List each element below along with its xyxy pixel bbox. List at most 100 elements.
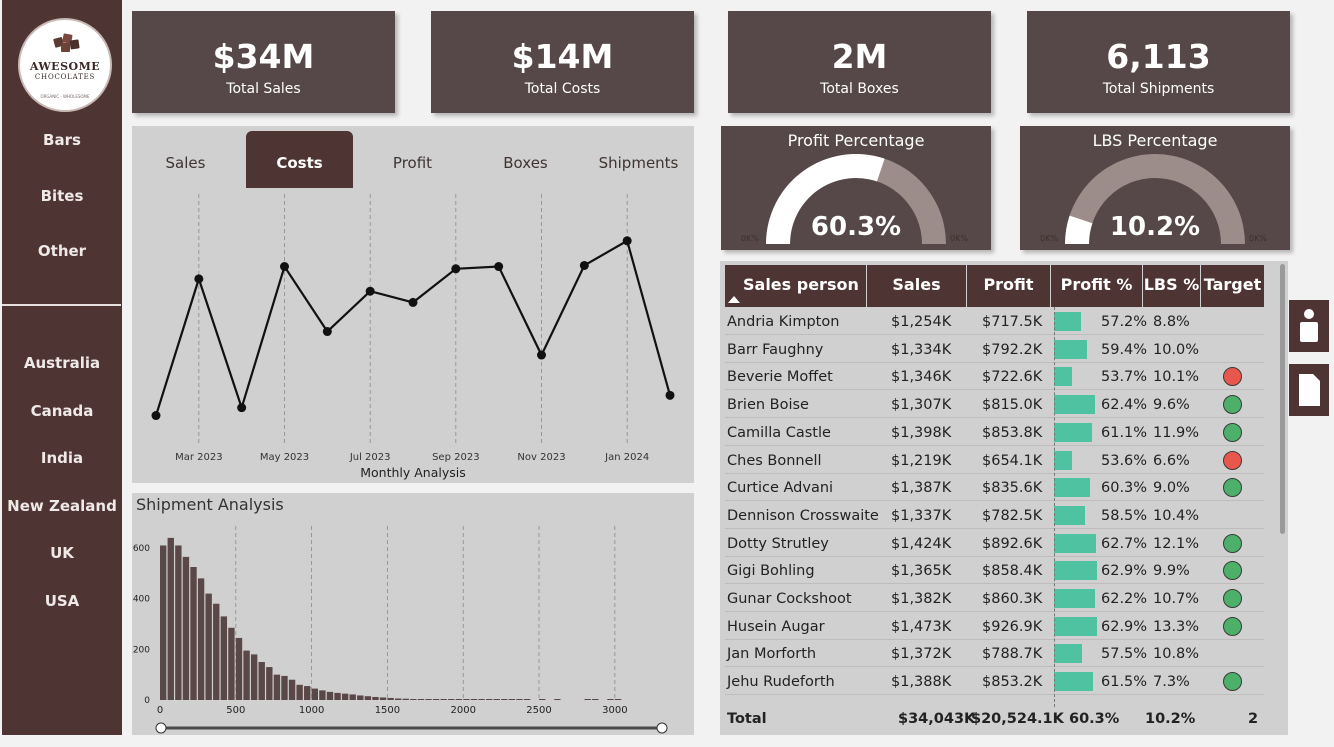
histogram-bar[interactable]: [478, 699, 485, 700]
filter-uk[interactable]: UK: [2, 544, 122, 562]
histogram-bar[interactable]: [228, 627, 235, 700]
table-scrollbar[interactable]: [1280, 264, 1285, 534]
table-row[interactable]: Barr Faughny $1,334K $792.2K 59.4% 10.0%: [725, 336, 1264, 363]
filter-australia[interactable]: Australia: [2, 354, 122, 372]
histogram-bar[interactable]: [463, 699, 470, 700]
histogram-bar[interactable]: [281, 675, 288, 700]
table-row[interactable]: Andria Kimpton $1,254K $717.5K 57.2% 8.8%: [725, 308, 1264, 335]
data-point[interactable]: [194, 274, 204, 284]
filter-canada[interactable]: Canada: [2, 402, 122, 420]
table-row[interactable]: Jan Morforth $1,372K $788.7K 57.5% 10.8%: [725, 640, 1264, 668]
histogram-bar[interactable]: [190, 567, 197, 700]
data-point[interactable]: [665, 390, 675, 400]
histogram-bar[interactable]: [273, 674, 281, 700]
histogram-bar[interactable]: [379, 697, 387, 700]
histogram-bar[interactable]: [448, 699, 455, 700]
histogram-bar[interactable]: [349, 694, 356, 700]
histogram-bar[interactable]: [197, 578, 205, 700]
data-point[interactable]: [451, 264, 461, 274]
tab-shipments[interactable]: Shipments: [585, 131, 692, 188]
histogram-bar[interactable]: [205, 593, 212, 700]
histogram-bar[interactable]: [395, 698, 402, 700]
histogram-bar[interactable]: [554, 699, 561, 700]
column-target[interactable]: Target: [1201, 265, 1264, 307]
histogram-bar[interactable]: [485, 699, 493, 700]
histogram-bar[interactable]: [160, 545, 167, 700]
table-row[interactable]: Gunar Cockshoot $1,382K $860.3K 62.2% 10.7%: [725, 585, 1264, 612]
range-slider-handle[interactable]: [155, 722, 167, 734]
sort-ascending-icon[interactable]: [728, 295, 740, 303]
data-point[interactable]: [365, 286, 375, 296]
histogram-bar[interactable]: [258, 662, 265, 700]
histogram-bar[interactable]: [357, 695, 364, 700]
data-point[interactable]: [280, 262, 289, 272]
filter-india[interactable]: India: [2, 449, 122, 467]
column-profit-pct[interactable]: Profit %: [1051, 265, 1143, 307]
filter-other[interactable]: Other: [2, 242, 122, 260]
data-point[interactable]: [494, 262, 504, 272]
histogram-bar[interactable]: [607, 699, 614, 700]
histogram-bar[interactable]: [213, 603, 220, 700]
table-row[interactable]: Gigi Bohling $1,365K $858.4K 62.9% 9.9%: [725, 557, 1264, 585]
histogram-bar[interactable]: [592, 699, 599, 700]
histogram-bar[interactable]: [341, 693, 349, 700]
histogram-bar[interactable]: [296, 684, 303, 700]
table-row[interactable]: Beverie Moffet $1,346K $722.6K 53.7% 10.1%: [725, 363, 1264, 391]
filter-bars[interactable]: Bars: [2, 131, 122, 149]
histogram-bar[interactable]: [539, 699, 546, 700]
data-point[interactable]: [151, 411, 161, 421]
histogram-bar[interactable]: [311, 688, 318, 700]
filter-usa[interactable]: USA: [2, 592, 122, 610]
histogram-bar[interactable]: [584, 699, 591, 700]
data-point[interactable]: [322, 327, 332, 337]
tab-sales[interactable]: Sales: [132, 131, 239, 188]
histogram-bar[interactable]: [402, 698, 409, 700]
column-sales[interactable]: Sales: [867, 265, 967, 307]
filter-new-zealand[interactable]: New Zealand: [2, 497, 122, 515]
histogram-bar[interactable]: [235, 637, 243, 700]
data-point[interactable]: [537, 350, 546, 360]
tab-costs[interactable]: Costs: [246, 131, 353, 188]
histogram-bar[interactable]: [266, 667, 273, 700]
histogram-bar[interactable]: [614, 699, 622, 700]
histogram-bar[interactable]: [220, 616, 228, 700]
table-row[interactable]: Husein Augar $1,473K $926.9K 62.9% 13.3%: [725, 613, 1264, 640]
table-row[interactable]: Curtice Advani $1,387K $835.6K 60.3% 9.0%: [725, 474, 1264, 502]
histogram-bar[interactable]: [167, 537, 174, 700]
histogram-bar[interactable]: [432, 699, 440, 700]
histogram-bar[interactable]: [372, 696, 379, 700]
histogram-bar[interactable]: [326, 691, 334, 700]
data-point[interactable]: [622, 236, 632, 246]
data-point[interactable]: [237, 403, 247, 413]
histogram-bar[interactable]: [243, 650, 250, 700]
histogram-bar[interactable]: [334, 692, 341, 700]
range-slider-handle[interactable]: [656, 722, 668, 734]
column-profit[interactable]: Profit: [967, 265, 1051, 307]
histogram-bar[interactable]: [182, 556, 190, 700]
histogram-bar[interactable]: [319, 690, 326, 700]
person-view-button[interactable]: [1289, 300, 1329, 352]
column-lbs-pct[interactable]: LBS %: [1143, 265, 1201, 307]
histogram-bar[interactable]: [508, 699, 516, 700]
histogram-bar[interactable]: [470, 699, 478, 700]
histogram-bar[interactable]: [410, 698, 417, 700]
table-row[interactable]: Camilla Castle $1,398K $853.8K 61.1% 11.9%: [725, 419, 1264, 446]
histogram-bar[interactable]: [387, 697, 394, 700]
histogram-bar[interactable]: [440, 699, 447, 700]
table-row[interactable]: Brien Boise $1,307K $815.0K 62.4% 9.6%: [725, 391, 1264, 419]
table-row[interactable]: Jehu Rudeforth $1,388K $853.2K 61.5% 7.3%: [725, 668, 1264, 696]
table-row[interactable]: Dennison Crosswaite $1,337K $782.5K 58.5% 10…: [725, 502, 1264, 529]
histogram-bar[interactable]: [455, 699, 463, 700]
table-row[interactable]: Ches Bonnell $1,219K $654.1K 53.6% 6.6%: [725, 447, 1264, 474]
histogram-bar[interactable]: [364, 696, 372, 700]
histogram-bar[interactable]: [425, 699, 432, 700]
histogram-bar[interactable]: [493, 699, 500, 700]
histogram-bar[interactable]: [288, 679, 296, 700]
tab-boxes[interactable]: Boxes: [472, 131, 579, 188]
histogram-bar[interactable]: [516, 699, 523, 700]
column-sales-person[interactable]: Sales person: [725, 265, 867, 307]
histogram-bar[interactable]: [250, 654, 258, 700]
histogram-bar[interactable]: [417, 699, 425, 700]
histogram-bar[interactable]: [175, 545, 182, 700]
filter-bites[interactable]: Bites: [2, 187, 122, 205]
